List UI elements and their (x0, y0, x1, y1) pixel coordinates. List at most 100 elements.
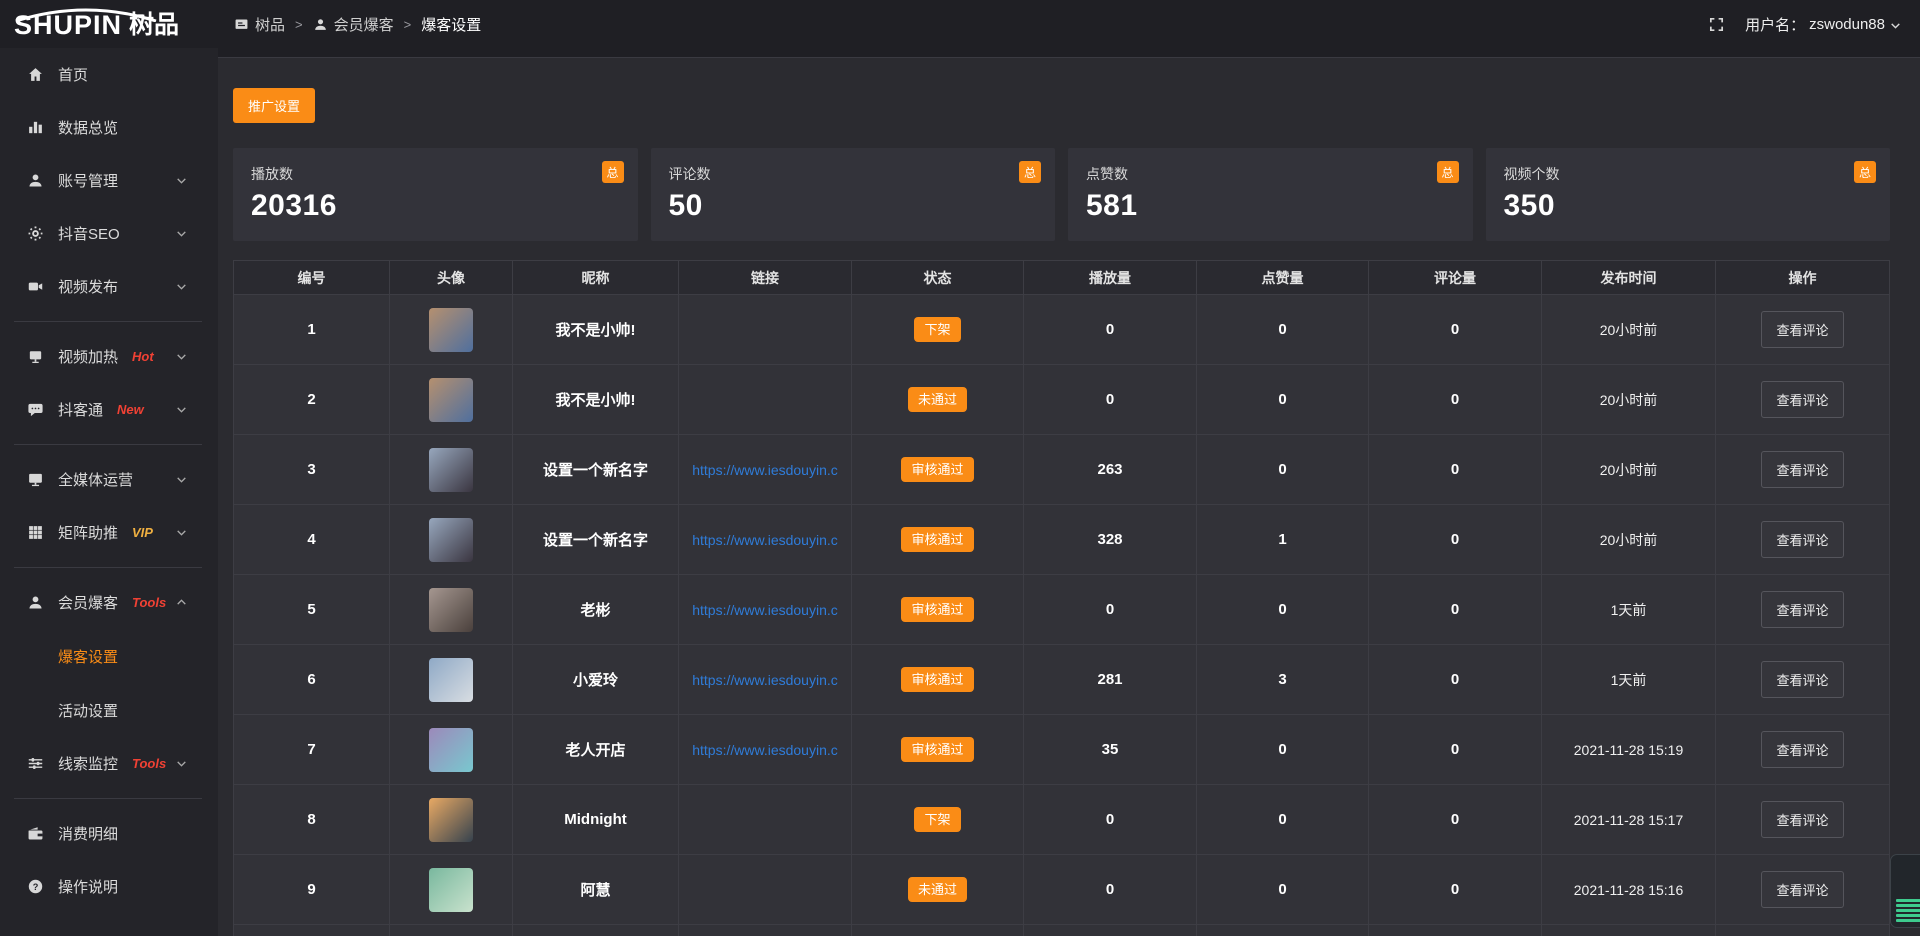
profile-link[interactable]: https://www.iesdouyin.c (692, 602, 838, 618)
view-comments-button[interactable]: 查看评论 (1761, 871, 1843, 908)
sidebar-item-抖客通[interactable]: 抖客通New (0, 383, 218, 436)
monitor-icon (27, 471, 44, 488)
view-comments-button[interactable]: 查看评论 (1761, 381, 1843, 418)
profile-link[interactable]: https://www.iesdouyin.c (692, 532, 838, 548)
likes-cell: 0 (1197, 855, 1369, 925)
table-row: 5老彬https://www.iesdouyin.c审核通过0001天前查看评论 (234, 575, 1890, 645)
link-cell: https://www.iesdouyin.c (679, 715, 852, 785)
avatar-cell (390, 295, 513, 365)
table-row: 9阿慧未通过0002021-11-28 15:16查看评论 (234, 855, 1890, 925)
sidebar-item-矩阵助推[interactable]: 矩阵助推VIP (0, 506, 218, 559)
avatar-cell (390, 575, 513, 645)
status-cell: 审核通过 (852, 435, 1024, 505)
sidebar-item-账号管理[interactable]: 账号管理 (0, 154, 218, 207)
breadcrumb-separator: > (404, 17, 412, 32)
sidebar-subitem-爆客设置[interactable]: 爆客设置 (0, 629, 218, 683)
likes-cell: 0 (1197, 435, 1369, 505)
sidebar-item-操作说明[interactable]: ?操作说明 (0, 860, 218, 913)
nickname-cell: 老彬 (513, 575, 679, 645)
promo-settings-button[interactable]: 推广设置 (233, 88, 315, 123)
chevron-down-icon (173, 526, 190, 539)
view-comments-button[interactable]: 查看评论 (1761, 451, 1843, 488)
row-index-cell: 5 (234, 575, 390, 645)
likes-cell: 0 (1197, 295, 1369, 365)
view-comments-button[interactable]: 查看评论 (1761, 591, 1843, 628)
table-row: 1我不是小帅!下架00020小时前查看评论 (234, 295, 1890, 365)
plays-cell: 0 (1024, 575, 1197, 645)
sidebar-item-全媒体运营[interactable]: 全媒体运营 (0, 453, 218, 506)
profile-link[interactable]: https://www.iesdouyin.c (692, 742, 838, 758)
sidebar-divider (14, 321, 202, 322)
action-cell: 查看评论 (1716, 435, 1890, 505)
breadcrumb: 树品>会员爆客>爆客设置 (234, 14, 481, 35)
member-icon (27, 594, 44, 611)
breadcrumb-item[interactable]: 爆客设置 (421, 14, 481, 35)
profile-link[interactable]: https://www.iesdouyin.c (692, 462, 838, 478)
link-cell (679, 295, 852, 365)
sidebar-item-tag: Tools (132, 595, 166, 610)
link-cell (679, 925, 852, 936)
sidebar-divider (14, 444, 202, 445)
total-badge: 总 (1019, 161, 1041, 183)
table-header-row: 编号头像昵称链接状态播放量点赞量评论量发布时间操作 (234, 261, 1890, 295)
caret-down-icon (1889, 19, 1902, 32)
user-menu[interactable]: 用户名：zswodun88 (1745, 14, 1902, 35)
nickname-cell: Midnight (513, 785, 679, 855)
sidebar-item-label: 视频发布 (58, 276, 118, 297)
action-cell: 查看评论 (1716, 505, 1890, 575)
app-logo[interactable]: SHUPIN 树品 (0, 6, 218, 43)
chevron-down-icon (173, 227, 190, 240)
fullscreen-icon[interactable] (1708, 16, 1725, 33)
nickname-cell: 设置一个新名字 (513, 505, 679, 575)
widget-bar (1896, 909, 1920, 912)
comments-cell: 0 (1369, 645, 1542, 715)
action-cell: 查看评论 (1716, 295, 1890, 365)
sidebar-item-数据总览[interactable]: 数据总览 (0, 101, 218, 154)
stat-card: 播放数20316总 (233, 148, 638, 241)
sidebar-item-首页[interactable]: 首页 (0, 48, 218, 101)
status-badge: 审核通过 (901, 737, 973, 762)
link-cell: https://www.iesdouyin.c (679, 505, 852, 575)
floating-widget[interactable] (1890, 854, 1920, 928)
status-badge: 审核通过 (901, 667, 973, 692)
sidebar-item-tag: New (117, 402, 144, 417)
sidebar-item-消费明细[interactable]: 消费明细 (0, 807, 218, 860)
sidebar-item-label: 消费明细 (58, 823, 118, 844)
publish-time-cell: 2021-11-28 15:17 (1542, 785, 1716, 855)
avatar-cell (390, 365, 513, 435)
sidebar-item-视频加热[interactable]: 视频加热Hot (0, 330, 218, 383)
username-label: 用户名： (1745, 14, 1805, 35)
status-cell: 下架 (852, 785, 1024, 855)
column-header: 发布时间 (1542, 261, 1716, 295)
view-comments-button[interactable]: 查看评论 (1761, 311, 1843, 348)
plays-cell: 281 (1024, 645, 1197, 715)
publish-time-cell: 2021-11-28 15:19 (1542, 715, 1716, 785)
view-comments-button[interactable]: 查看评论 (1761, 521, 1843, 558)
publish-time-cell: 20小时前 (1542, 365, 1716, 435)
view-comments-button[interactable]: 查看评论 (1761, 661, 1843, 698)
publish-time-cell: 20小时前 (1542, 505, 1716, 575)
profile-link[interactable]: https://www.iesdouyin.c (692, 672, 838, 688)
nickname-cell (513, 925, 679, 936)
plays-cell (1024, 925, 1197, 936)
sidebar-item-会员爆客[interactable]: 会员爆客Tools (0, 576, 218, 629)
row-index-cell: 4 (234, 505, 390, 575)
sidebar-item-视频发布[interactable]: 视频发布 (0, 260, 218, 313)
avatar-cell (390, 715, 513, 785)
sidebar-item-线索监控[interactable]: 线索监控Tools (0, 737, 218, 790)
view-comments-button[interactable]: 查看评论 (1761, 731, 1843, 768)
sidebar-item-label: 线索监控 (58, 753, 118, 774)
status-badge: 未通过 (908, 877, 967, 902)
sidebar-item-抖音SEO[interactable]: 抖音SEO (0, 207, 218, 260)
avatar (429, 378, 473, 422)
table-row: 2我不是小帅!未通过00020小时前查看评论 (234, 365, 1890, 435)
view-comments-button[interactable]: 查看评论 (1761, 801, 1843, 838)
screen-icon (27, 348, 44, 365)
breadcrumb-item[interactable]: 会员爆客 (313, 14, 394, 35)
avatar-cell (390, 925, 513, 936)
breadcrumb-item[interactable]: 树品 (234, 14, 285, 35)
avatar (429, 658, 473, 702)
sidebar: 首页数据总览账号管理抖音SEO 视频发布视频加热Hot抖客通New 全媒体运营矩阵助… (0, 48, 218, 936)
sidebar-subitem-活动设置[interactable]: 活动设置 (0, 683, 218, 737)
video-camera-icon (27, 278, 44, 295)
